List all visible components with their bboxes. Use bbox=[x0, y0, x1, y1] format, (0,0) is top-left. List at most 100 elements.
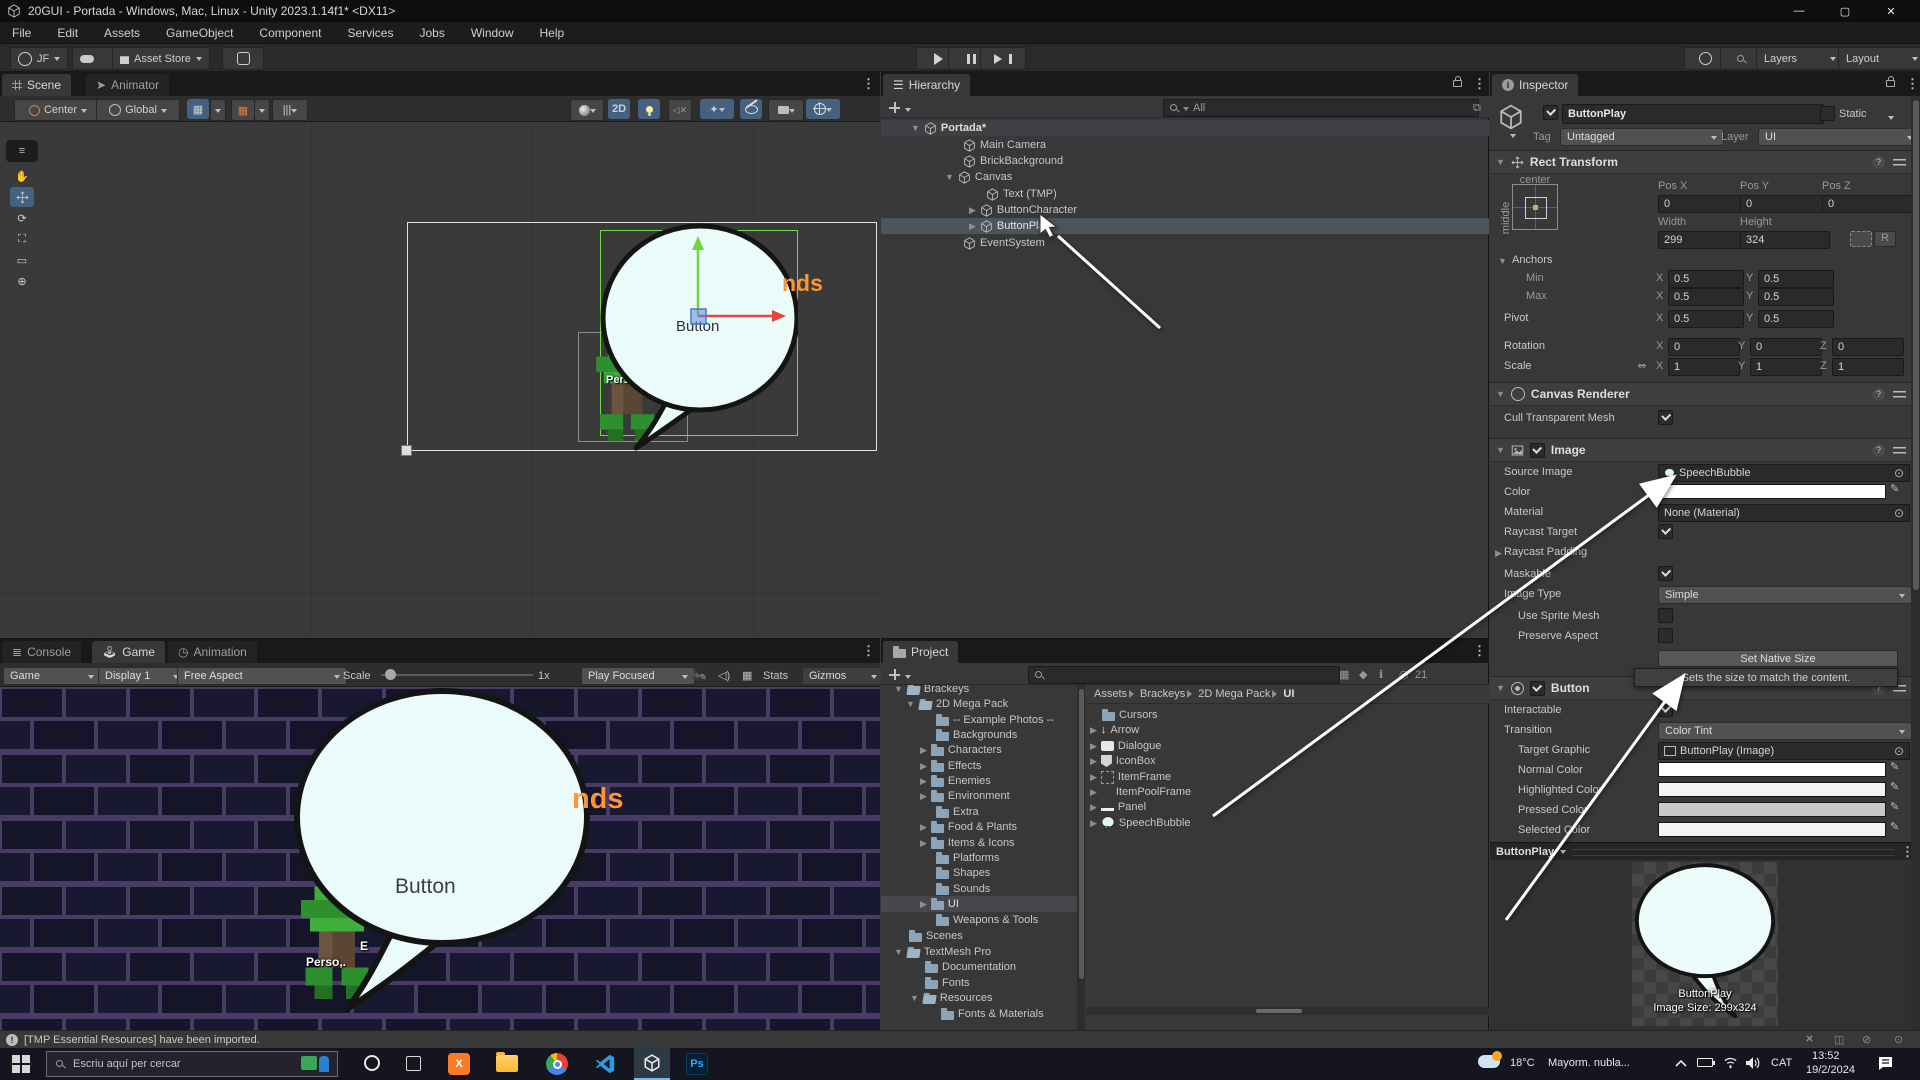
vscode-icon[interactable] bbox=[594, 1053, 616, 1075]
project-tree-scrollbar[interactable] bbox=[1077, 685, 1085, 1031]
project-folder-selected[interactable]: UI bbox=[881, 896, 1084, 912]
asset-row[interactable]: IconBox bbox=[1086, 753, 1489, 769]
pos-z-field[interactable]: 0 bbox=[1822, 195, 1912, 213]
debugger-detached-icon[interactable]: 🞬 bbox=[1806, 1033, 1813, 1046]
raycast-target-checkbox[interactable] bbox=[1658, 524, 1673, 539]
hierarchy-row[interactable]: Main Camera bbox=[881, 137, 1489, 153]
minimize-button[interactable]: — bbox=[1776, 0, 1822, 22]
camera-overlay-button[interactable] bbox=[768, 99, 804, 121]
package-icon[interactable]: ◆ bbox=[1359, 668, 1367, 681]
hierarchy-row[interactable]: BrickBackground bbox=[881, 153, 1489, 169]
tools-overlay-handle[interactable]: ≡ bbox=[6, 140, 38, 162]
crumb-ui[interactable]: UI bbox=[1283, 688, 1294, 700]
vsync-grid-icon[interactable]: ▦ bbox=[742, 669, 752, 682]
aspect-dropdown[interactable]: Free Aspect bbox=[177, 667, 347, 685]
scale-y[interactable]: 1 bbox=[1750, 358, 1822, 376]
pos-y-field[interactable]: 0 bbox=[1740, 195, 1830, 213]
snap-increment-button[interactable]: ▦ bbox=[231, 99, 255, 121]
scale-slider-track[interactable] bbox=[381, 674, 533, 676]
use-sprite-mesh-checkbox[interactable] bbox=[1658, 608, 1673, 623]
rotation-x[interactable]: 0 bbox=[1668, 338, 1740, 356]
hierarchy-lock-icon[interactable] bbox=[1453, 80, 1462, 87]
2d-toggle[interactable]: 2D bbox=[608, 99, 630, 119]
xampp-icon[interactable]: X bbox=[448, 1053, 470, 1075]
task-view-icon[interactable] bbox=[406, 1056, 421, 1071]
grid-snap-caret[interactable] bbox=[210, 99, 226, 121]
object-picker-icon[interactable] bbox=[1894, 468, 1904, 478]
scale-tool[interactable]: ⛶ bbox=[10, 229, 34, 249]
tool-handle-rotation-dropdown[interactable]: Global bbox=[96, 99, 180, 121]
start-button[interactable] bbox=[12, 1055, 30, 1073]
raycast-padding-foldout[interactable]: Raycast Padding bbox=[1504, 546, 1587, 558]
anchor-max-y[interactable]: 0.5 bbox=[1758, 288, 1834, 306]
image-enabled-checkbox[interactable] bbox=[1530, 443, 1545, 458]
scene-visibility-toggle[interactable] bbox=[740, 99, 762, 119]
tag-dropdown[interactable]: Untagged bbox=[1560, 128, 1724, 146]
pos-x-field[interactable]: 0 bbox=[1658, 195, 1748, 213]
taskbar-search-input[interactable]: Escriu aquí per cercar bbox=[46, 1051, 338, 1077]
project-search-input[interactable] bbox=[1028, 666, 1340, 684]
taskbar-temp[interactable]: 18°C bbox=[1510, 1057, 1535, 1069]
rotation-z[interactable]: 0 bbox=[1832, 338, 1904, 356]
tray-chevron-icon[interactable] bbox=[1675, 1059, 1687, 1067]
hierarchy-row[interactable]: Canvas bbox=[881, 169, 1489, 185]
color-swatch[interactable] bbox=[1658, 484, 1886, 499]
menu-help[interactable]: Help bbox=[540, 26, 565, 40]
game-viewport[interactable]: E Perso,. Button nds bbox=[0, 687, 880, 1031]
asset-row[interactable]: Cursors bbox=[1086, 707, 1489, 723]
object-picker-icon[interactable] bbox=[1894, 508, 1904, 518]
display-target-dropdown[interactable]: Game bbox=[3, 667, 101, 685]
object-picker-icon[interactable] bbox=[1894, 746, 1904, 756]
debug-icon[interactable]: 🐜 bbox=[693, 669, 707, 682]
photoshop-icon[interactable]: Ps bbox=[686, 1053, 708, 1075]
play-focused-dropdown[interactable]: Play Focused bbox=[581, 667, 695, 685]
project-menu-dots[interactable] bbox=[1473, 643, 1486, 659]
file-explorer-icon[interactable] bbox=[496, 1055, 518, 1072]
project-add-button[interactable] bbox=[889, 669, 900, 680]
hierarchy-picker-icon[interactable]: ⧉ bbox=[1473, 102, 1481, 115]
canvas-renderer-header[interactable]: Canvas Renderer bbox=[1490, 382, 1920, 406]
crumb-pack[interactable]: 2D Mega Pack bbox=[1198, 688, 1270, 700]
anchor-min-y[interactable]: 0.5 bbox=[1758, 270, 1834, 288]
set-native-size-button[interactable]: Set Native Size bbox=[1658, 650, 1898, 667]
normal-color-swatch[interactable] bbox=[1658, 762, 1886, 777]
stats-button[interactable]: Stats bbox=[763, 670, 788, 682]
close-button[interactable]: ✕ bbox=[1868, 0, 1914, 22]
clock-date[interactable]: 19/2/2024 bbox=[1806, 1064, 1855, 1076]
transition-dropdown[interactable]: Color Tint bbox=[1658, 722, 1912, 740]
anchors-foldout[interactable]: Anchors bbox=[1512, 254, 1552, 266]
rotation-y[interactable]: 0 bbox=[1750, 338, 1822, 356]
cache-server-icon[interactable]: ◫ bbox=[1834, 1033, 1844, 1046]
collab-button[interactable] bbox=[222, 47, 264, 70]
battery-icon[interactable] bbox=[1697, 1058, 1713, 1067]
info-icon[interactable]: ℹ bbox=[1379, 668, 1383, 681]
rect-transform-header[interactable]: Rect Transform bbox=[1490, 150, 1920, 174]
wifi-icon[interactable] bbox=[1723, 1056, 1738, 1069]
interactable-checkbox[interactable] bbox=[1658, 702, 1673, 717]
hierarchy-row-selected[interactable]: ButtonPlay bbox=[881, 218, 1489, 234]
inspector-scrollbar[interactable] bbox=[1911, 96, 1920, 1030]
menu-gameobject[interactable]: GameObject bbox=[166, 26, 233, 40]
tab-project[interactable]: Project bbox=[883, 641, 958, 663]
maskable-checkbox[interactable] bbox=[1658, 566, 1673, 581]
view-hand-tool[interactable]: ✋ bbox=[10, 166, 34, 186]
active-checkbox[interactable] bbox=[1543, 105, 1558, 120]
scene-viewport[interactable]: ≡ ✋ ⟳ ⛶ ▭ ⊕ Perso Button nds bbox=[0, 122, 880, 638]
menu-jobs[interactable]: Jobs bbox=[419, 26, 444, 40]
account-dropdown[interactable]: JF bbox=[10, 47, 68, 70]
asset-row[interactable]: SpeechBubble bbox=[1086, 815, 1489, 831]
inspector-menu-dots[interactable] bbox=[1906, 76, 1919, 92]
hierarchy-search-input[interactable]: All bbox=[1163, 99, 1479, 117]
asset-row[interactable]: Panel bbox=[1086, 799, 1489, 815]
menu-edit[interactable]: Edit bbox=[57, 26, 78, 40]
pivot-y[interactable]: 0.5 bbox=[1758, 310, 1834, 328]
selected-color-swatch[interactable] bbox=[1658, 822, 1886, 837]
asset-row[interactable]: Dialogue bbox=[1086, 738, 1489, 754]
hidden-packages-icon[interactable]: ◎ bbox=[1399, 668, 1409, 681]
inspector-lock-icon[interactable] bbox=[1886, 80, 1895, 87]
collab-status-icon[interactable]: ⊘ bbox=[1862, 1033, 1871, 1046]
hierarchy-add-button[interactable] bbox=[889, 102, 900, 113]
scene-menu-dots[interactable] bbox=[862, 76, 875, 92]
preview-header[interactable]: ButtonPlay bbox=[1490, 842, 1920, 860]
tab-animator[interactable]: ➤ Animator bbox=[86, 74, 169, 96]
